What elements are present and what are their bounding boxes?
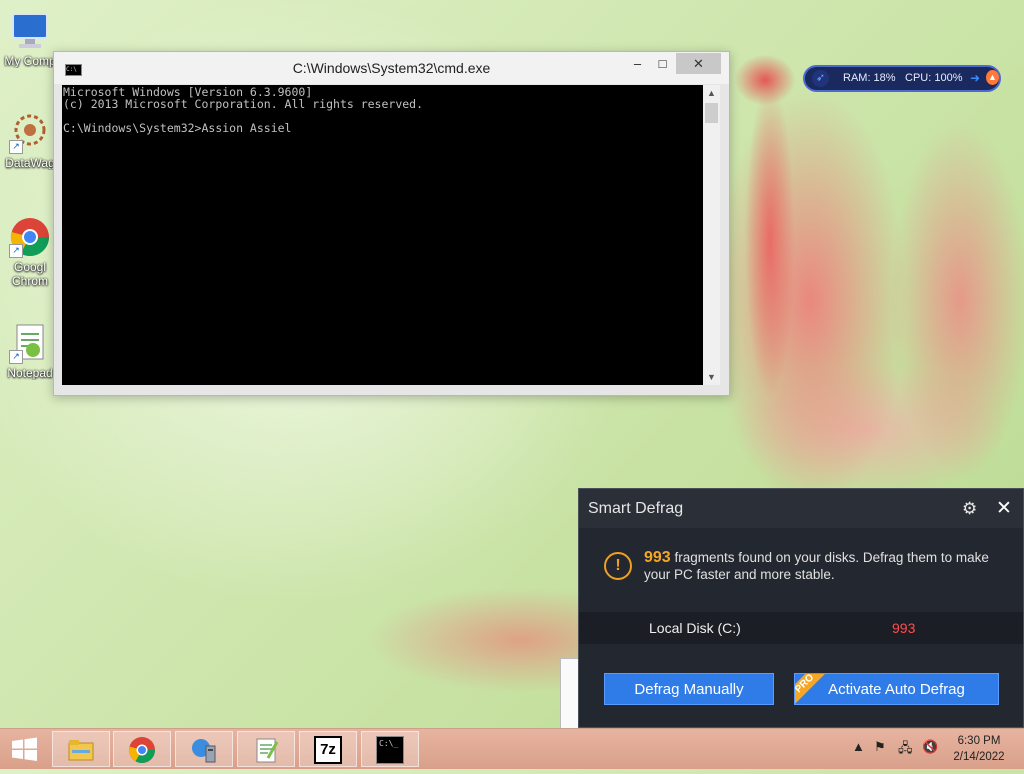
show-hidden-icons-icon[interactable]: ▲ bbox=[852, 739, 865, 754]
taskbar-file-explorer[interactable] bbox=[52, 731, 110, 767]
desktop-icon-label: Googl Chrom bbox=[11, 260, 48, 288]
notepad-plus-plus-icon bbox=[256, 738, 279, 763]
shortcut-arrow-icon: ↗ bbox=[9, 244, 23, 258]
cmd-icon: C:\_ bbox=[376, 736, 404, 764]
close-button[interactable]: ✕ bbox=[676, 53, 721, 74]
taskbar-network-tool[interactable] bbox=[175, 731, 233, 767]
taskbar-notepad-plus-plus[interactable] bbox=[237, 731, 295, 767]
shortcut-arrow-icon: ↗ bbox=[9, 350, 23, 364]
activate-auto-defrag-label: Activate Auto Defrag bbox=[828, 681, 965, 698]
action-center-flag-icon[interactable]: ⚑ bbox=[874, 739, 886, 755]
desktop-icon-datawag[interactable]: ↗ DataWag bbox=[2, 112, 58, 170]
close-icon[interactable]: ✕ bbox=[996, 497, 1012, 520]
7zip-icon: 7z bbox=[314, 736, 342, 764]
defrag-message: 993 fragments found on your disks. Defra… bbox=[644, 549, 994, 583]
ram-usage: RAM: 18% bbox=[843, 72, 896, 84]
wallpaper-bud bbox=[735, 55, 795, 105]
clock-date: 2/14/2022 bbox=[953, 751, 1005, 763]
boost-icon[interactable]: ▲ bbox=[986, 70, 999, 85]
scroll-thumb[interactable] bbox=[705, 103, 718, 123]
warning-icon: ! bbox=[604, 552, 632, 580]
minimize-button[interactable]: – bbox=[626, 53, 649, 74]
cmd-window[interactable]: C:\ C:\Windows\System32\cmd.exe – □ ✕ Mi… bbox=[53, 51, 730, 396]
start-button[interactable] bbox=[0, 729, 50, 769]
fragment-count: 993 bbox=[644, 549, 671, 566]
desktop-icon-notepad[interactable]: ↗ Notepad bbox=[2, 322, 58, 380]
cpu-usage: CPU: 100% bbox=[905, 72, 963, 84]
taskbar-chrome[interactable] bbox=[113, 731, 171, 767]
windows-logo-icon bbox=[12, 737, 37, 761]
pro-badge: PRO bbox=[795, 674, 826, 704]
system-monitor-widget[interactable]: ➶ RAM: 18% CPU: 100% ➜ ▲ bbox=[803, 65, 1001, 92]
activate-auto-defrag-button[interactable]: PRO Activate Auto Defrag bbox=[794, 673, 999, 705]
defrag-title: Smart Defrag bbox=[588, 500, 684, 517]
chrome-icon: ↗ bbox=[9, 216, 51, 258]
taskbar-cmd[interactable]: C:\_ bbox=[361, 731, 419, 767]
datawag-icon: ↗ bbox=[9, 112, 51, 154]
notepad-icon: ↗ bbox=[9, 322, 51, 364]
maximize-button[interactable]: □ bbox=[651, 53, 674, 74]
disk-fragment-count: 993 bbox=[892, 620, 916, 636]
network-icon[interactable]: 🖧 bbox=[898, 739, 913, 761]
smart-defrag-popup[interactable]: Smart Defrag ⚙ ✕ ! 993 fragments found o… bbox=[578, 488, 1024, 728]
cmd-scrollbar[interactable]: ▲ ▼ bbox=[703, 85, 720, 385]
rocket-icon[interactable]: ➶ bbox=[812, 70, 829, 87]
computer-icon bbox=[9, 10, 51, 52]
volume-muted-icon[interactable]: 🔇 bbox=[922, 739, 938, 755]
desktop-icon-label: DataWag bbox=[5, 156, 55, 170]
wallpaper-petal bbox=[890, 120, 1024, 480]
wallpaper-stem bbox=[745, 80, 795, 400]
disk-row: Local Disk (C:) 993 bbox=[579, 612, 1023, 644]
file-explorer-icon bbox=[68, 740, 94, 761]
taskbar-7zip[interactable]: 7z bbox=[299, 731, 357, 767]
cmd-console-output[interactable]: Microsoft Windows [Version 6.3.9600] (c) … bbox=[62, 85, 703, 385]
arrow-right-icon[interactable]: ➜ bbox=[970, 71, 980, 85]
desktop-icon-label: My Comp bbox=[4, 54, 56, 68]
cmd-titlebar[interactable]: C:\ C:\Windows\System32\cmd.exe – □ ✕ bbox=[54, 52, 729, 84]
disk-name: Local Disk (C:) bbox=[649, 620, 741, 636]
console-line: (c) 2013 Microsoft Corporation. All righ… bbox=[63, 97, 424, 111]
scroll-down-icon[interactable]: ▼ bbox=[703, 369, 720, 385]
network-tool-icon bbox=[192, 739, 216, 763]
gear-icon[interactable]: ⚙ bbox=[962, 499, 977, 519]
shortcut-arrow-icon: ↗ bbox=[9, 140, 23, 154]
console-line: C:\Windows\System32>Assion Assiel bbox=[63, 121, 292, 135]
chrome-icon bbox=[129, 737, 155, 763]
desktop-icon-my-computer[interactable]: My Comp bbox=[2, 10, 58, 68]
desktop-icon-label: Notepad bbox=[7, 366, 53, 380]
desktop-icon-chrome[interactable]: ↗ Googl Chrom bbox=[2, 216, 58, 288]
clock-time: 6:30 PM bbox=[957, 735, 1001, 747]
taskbar: 7z C:\_ ▲ ⚑ 🖧 🔇 6:30 PM 2/14/2022 bbox=[0, 728, 1024, 769]
defrag-manually-button[interactable]: Defrag Manually bbox=[604, 673, 774, 705]
defrag-panel: ! 993 fragments found on your disks. Def… bbox=[579, 528, 1023, 727]
defrag-message-text: fragments found on your disks. Defrag th… bbox=[644, 550, 989, 582]
taskbar-clock[interactable]: 6:30 PM 2/14/2022 bbox=[946, 733, 1012, 765]
scroll-up-icon[interactable]: ▲ bbox=[703, 85, 720, 101]
